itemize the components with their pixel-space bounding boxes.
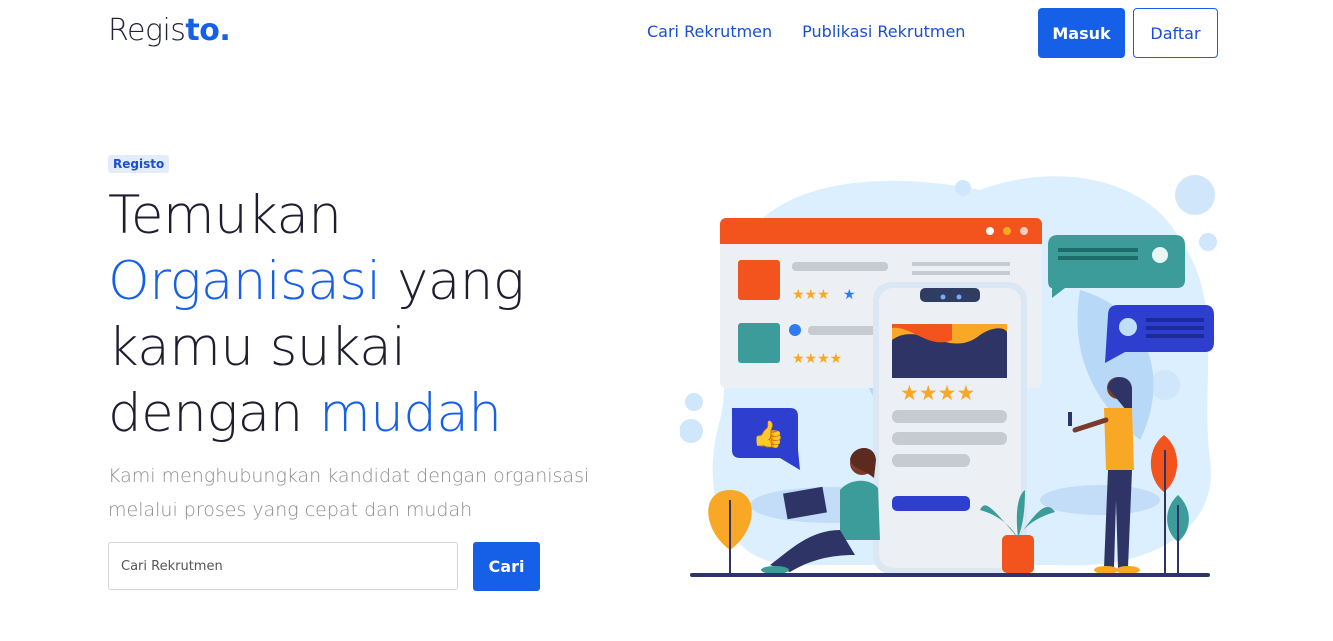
headline-line-3: kamu sukai <box>108 317 406 378</box>
logo-text: Regis <box>108 13 186 48</box>
svg-text:★★★★: ★★★★ <box>792 351 842 367</box>
login-button[interactable]: Masuk <box>1038 8 1125 58</box>
nav-link-publikasi-rekrutmen[interactable]: Publikasi Rekrutmen <box>802 22 965 41</box>
svg-text:★: ★ <box>843 287 856 303</box>
logo-accent: to. <box>185 13 231 48</box>
headline-highlight-organisasi: Organisasi <box>108 251 381 312</box>
headline-line-1: Temukan <box>108 185 342 246</box>
svg-text:★★★★: ★★★★ <box>900 381 975 405</box>
nav-link-cari-rekrutmen[interactable]: Cari Rekrutmen <box>647 22 772 41</box>
logo[interactable]: Registo. <box>108 13 231 48</box>
search-input[interactable] <box>108 542 458 590</box>
hero-badge: Registo <box>108 155 170 173</box>
hero-subtitle: Kami menghubungkan kandidat dengan organ… <box>108 465 590 521</box>
register-button[interactable]: Daftar <box>1133 8 1218 58</box>
recruitment-illustration-icon: ★★★ ★ ★★★★ ★★★★ 👍 <box>680 175 1217 577</box>
hero-headline: Temukan Organisasi yang kamu sukai denga… <box>108 183 525 447</box>
svg-text:👍: 👍 <box>752 419 784 450</box>
search-button[interactable]: Cari <box>473 542 540 591</box>
headline-line-4-start: dengan <box>108 383 320 444</box>
svg-text:★★★: ★★★ <box>792 287 830 303</box>
headline-highlight-mudah: mudah <box>319 383 502 444</box>
nav-links: Cari Rekrutmen Publikasi Rekrutmen <box>647 22 965 41</box>
headline-line-2-rest: yang <box>380 251 525 312</box>
navbar: Registo. Cari Rekrutmen Publikasi Rekrut… <box>0 0 1333 66</box>
